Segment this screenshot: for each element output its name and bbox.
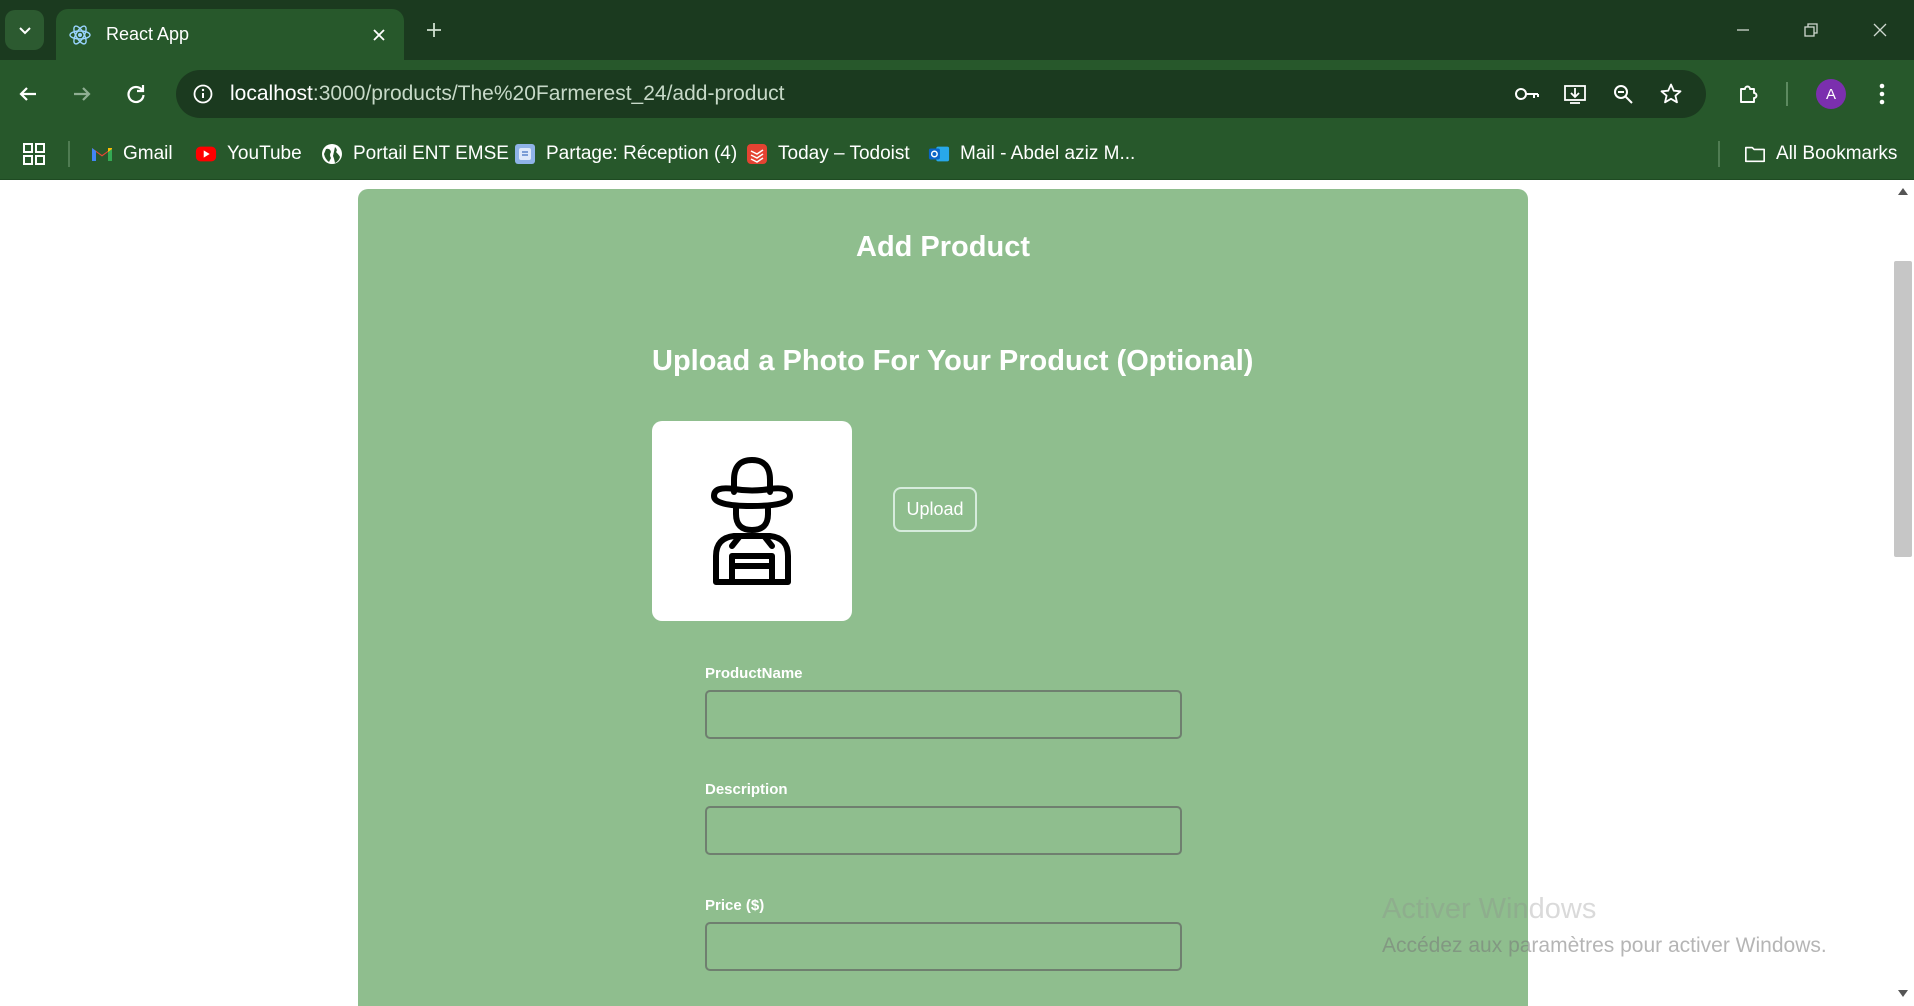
farmer-icon	[711, 457, 793, 585]
product-name-label: ProductName	[705, 665, 803, 682]
tab-strip: React App	[0, 0, 1914, 60]
tab-title: React App	[106, 24, 190, 44]
reload-button[interactable]	[116, 74, 156, 114]
price-label: Price ($)	[705, 897, 765, 914]
tab-react-app[interactable]: React App	[56, 9, 404, 60]
tab-search-button[interactable]	[5, 10, 44, 50]
bookmark-gmail[interactable]: Gmail	[91, 138, 173, 170]
bookmarks-bar: Gmail YouTube Portail ENT EMSE Partage: …	[0, 128, 1914, 180]
address-bar[interactable]: localhost:3000/products/The%20Farmerest_…	[176, 70, 1706, 118]
arrow-left-icon	[19, 87, 36, 101]
toolbar-divider	[1786, 82, 1788, 106]
close-icon[interactable]	[364, 20, 394, 50]
page-title: Add Product	[856, 231, 1030, 263]
chevron-down-icon	[18, 27, 31, 35]
bookmarks-divider	[1718, 141, 1720, 167]
bookmark-label: Gmail	[123, 143, 173, 164]
star-icon[interactable]	[1656, 79, 1686, 109]
bookmarks-divider	[68, 141, 70, 167]
page-viewport: Add Product Upload a Photo For Your Prod…	[0, 181, 1892, 1006]
new-tab-button[interactable]	[418, 14, 450, 46]
extensions-button[interactable]	[1728, 74, 1768, 114]
profile-avatar[interactable]: A	[1816, 79, 1846, 109]
description-input[interactable]	[705, 806, 1182, 855]
restore-button[interactable]	[1783, 8, 1839, 52]
bookmark-label: Portail ENT EMSE	[353, 143, 509, 164]
bookmark-label: Partage: Réception (4)	[546, 143, 738, 164]
plus-icon	[427, 23, 441, 37]
add-product-card: Add Product Upload a Photo For Your Prod…	[358, 189, 1528, 1006]
scrollbar-thumb[interactable]	[1894, 261, 1912, 557]
price-input[interactable]	[705, 922, 1182, 971]
mail-app-icon	[514, 143, 536, 165]
restore-icon	[1804, 23, 1818, 37]
all-bookmarks-label: All Bookmarks	[1776, 143, 1898, 164]
bookmark-label: Mail - Abdel aziz M...	[960, 143, 1136, 164]
forward-button[interactable]	[62, 74, 102, 114]
page-scrollbar[interactable]	[1892, 181, 1914, 1006]
minimize-button[interactable]	[1715, 8, 1771, 52]
minimize-icon	[1737, 29, 1749, 31]
upload-button[interactable]: Upload	[893, 487, 977, 532]
bookmark-label: Today – Todoist	[778, 143, 910, 164]
close-icon	[1873, 23, 1887, 37]
browser-toolbar: localhost:3000/products/The%20Farmerest_…	[0, 60, 1914, 128]
bookmark-youtube[interactable]: YouTube	[195, 138, 302, 170]
globe-icon	[321, 143, 343, 165]
folder-icon	[1744, 143, 1766, 165]
react-icon	[68, 23, 92, 47]
windows-activation-text: Accédez aux paramètres pour activer Wind…	[1382, 934, 1827, 957]
scroll-down-arrow-icon[interactable]	[1896, 988, 1910, 1000]
puzzle-icon	[1740, 85, 1758, 103]
apps-grid-icon[interactable]	[20, 140, 48, 168]
todoist-icon	[746, 143, 768, 165]
windows-activation-title: Activer Windows	[1382, 893, 1597, 925]
product-name-input[interactable]	[705, 690, 1182, 739]
zoom-icon[interactable]	[1608, 79, 1638, 109]
menu-button[interactable]	[1862, 74, 1902, 114]
description-label: Description	[705, 781, 788, 798]
scroll-up-arrow-icon[interactable]	[1896, 185, 1910, 197]
all-bookmarks-button[interactable]: All Bookmarks	[1744, 138, 1897, 170]
install-app-icon[interactable]	[1560, 79, 1590, 109]
password-key-icon[interactable]	[1512, 79, 1542, 109]
bookmark-label: YouTube	[227, 143, 302, 164]
url-host: localhost	[230, 82, 313, 105]
gmail-icon	[91, 143, 113, 165]
product-photo-preview	[652, 421, 852, 621]
bookmark-todoist[interactable]: Today – Todoist	[746, 138, 910, 170]
close-window-button[interactable]	[1852, 8, 1908, 52]
bookmark-portail-ent[interactable]: Portail ENT EMSE	[321, 138, 509, 170]
youtube-icon	[195, 143, 217, 165]
site-info-icon[interactable]	[188, 79, 218, 109]
url-text[interactable]: localhost:3000/products/The%20Farmerest_…	[230, 82, 785, 106]
bookmark-mail-outlook[interactable]: Mail - Abdel aziz M...	[928, 138, 1135, 170]
back-button[interactable]	[8, 74, 48, 114]
outlook-icon	[928, 143, 950, 165]
upload-photo-heading: Upload a Photo For Your Product (Optiona…	[652, 345, 1254, 377]
url-path: :3000/products/The%20Farmerest_24/add-pr…	[312, 82, 785, 105]
more-vertical-icon	[1879, 83, 1885, 105]
reload-icon	[127, 85, 145, 104]
arrow-right-icon	[74, 87, 91, 101]
bookmark-partage[interactable]: Partage: Réception (4)	[514, 138, 737, 170]
